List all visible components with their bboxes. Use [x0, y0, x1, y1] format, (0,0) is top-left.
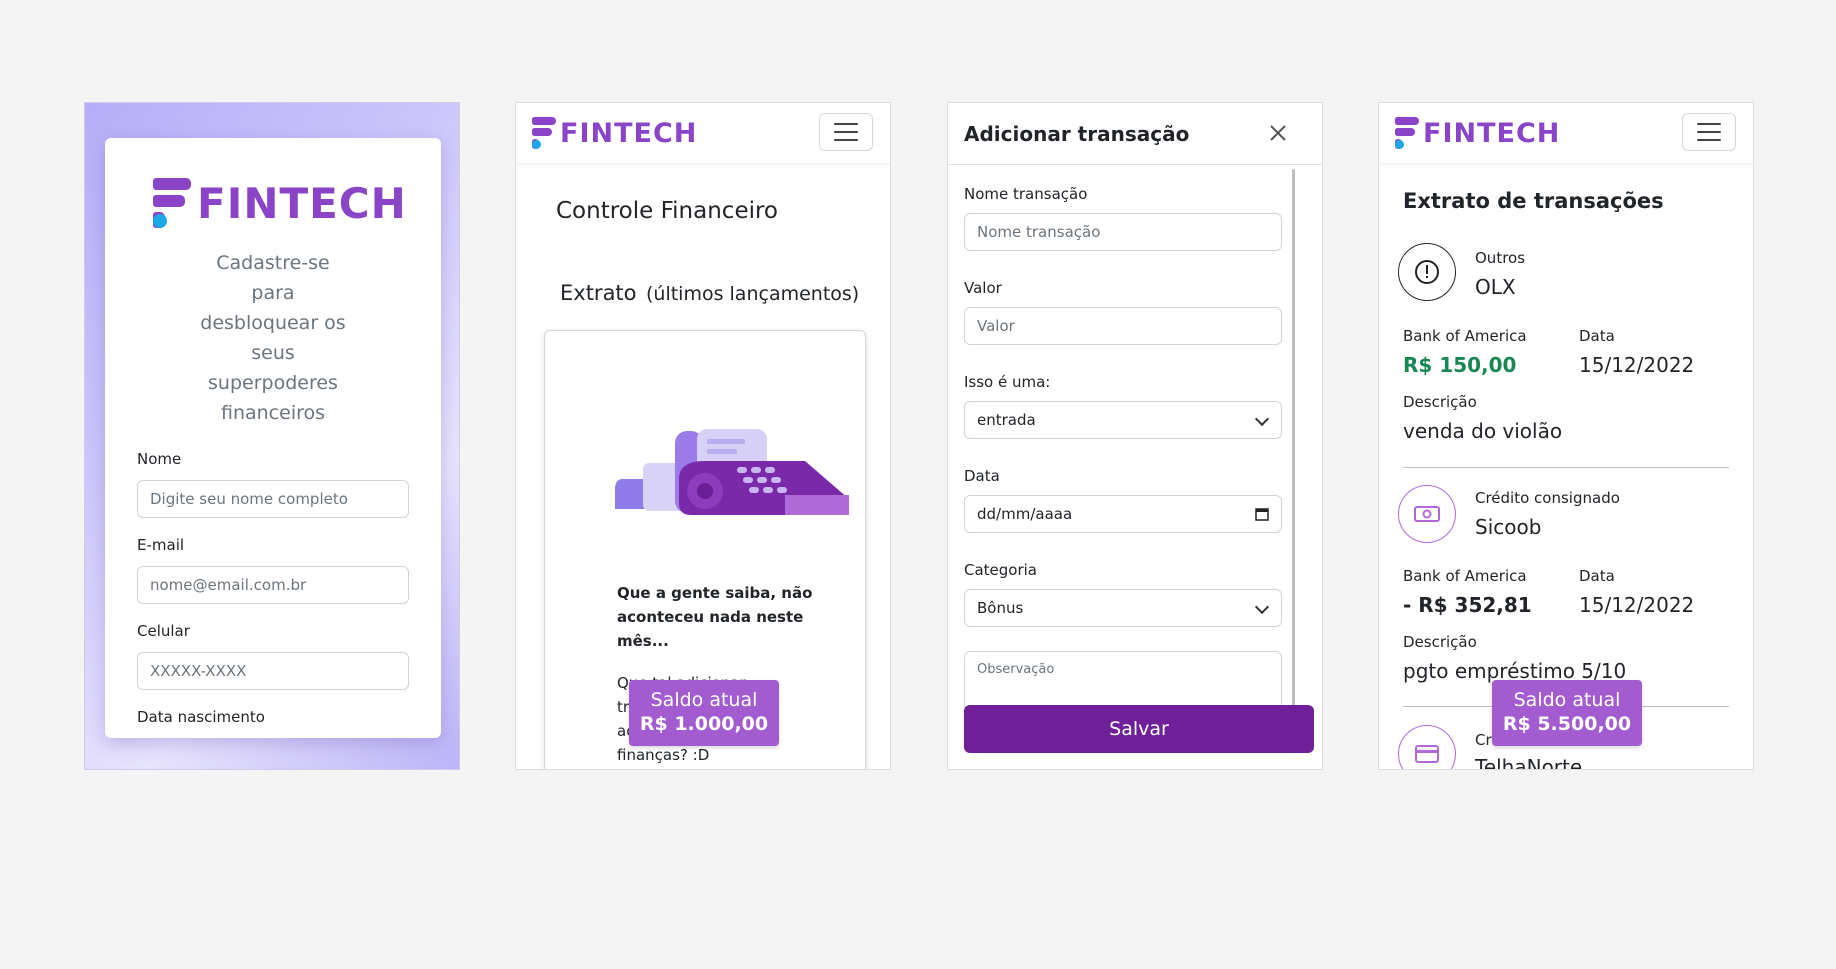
- page-title: Controle Financeiro: [556, 198, 779, 224]
- transaction-name: Sicoob: [1475, 515, 1542, 539]
- chevron-down-icon: [1254, 599, 1270, 615]
- menu-toggle-button[interactable]: [1682, 113, 1736, 151]
- brand-name: FINTECH: [197, 178, 407, 228]
- phone-input[interactable]: XXXXX-XXXX: [137, 652, 409, 690]
- date-input[interactable]: dd/mm/aaaa: [964, 495, 1282, 533]
- menu-toggle-button[interactable]: [819, 113, 873, 151]
- logo-icon: [532, 117, 556, 149]
- brand-logo[interactable]: FINTECH: [532, 117, 697, 149]
- section-subtitle: (últimos lançamentos): [646, 283, 860, 305]
- transaction-value: R$ 150,00: [1403, 353, 1517, 377]
- divider: [1403, 467, 1729, 468]
- bank-label: Bank of America: [1403, 567, 1527, 585]
- birthdate-label: Data nascimento: [137, 708, 265, 726]
- balance-badge[interactable]: Saldo atual R$ 1.000,00: [629, 680, 779, 746]
- empty-message: Que a gente saiba, não aconteceu nada ne…: [617, 584, 813, 650]
- bank-label: Bank of America: [1403, 327, 1527, 345]
- section-title: Extrato: [560, 281, 637, 305]
- transaction-date: 15/12/2022: [1579, 353, 1695, 377]
- save-button[interactable]: Salvar: [964, 705, 1314, 753]
- brand-name: FINTECH: [1423, 117, 1561, 149]
- transaction-date: 15/12/2022: [1579, 593, 1695, 617]
- notes-textarea[interactable]: Observação: [964, 651, 1282, 711]
- logo-icon: [1395, 117, 1419, 149]
- balance-value: R$ 1.000,00: [639, 713, 769, 735]
- category-label: Categoria: [964, 561, 1038, 579]
- modal-title: Adicionar transação: [964, 122, 1190, 146]
- balance-value: R$ 5.500,00: [1502, 713, 1632, 735]
- date-label: Data: [964, 467, 1000, 485]
- category-select[interactable]: Bônus: [964, 589, 1282, 627]
- hamburger-icon: [1697, 123, 1721, 125]
- dashboard-screen: FINTECH Controle Financeiro Extrato (últ…: [515, 102, 891, 770]
- page-title: Extrato de transações: [1403, 189, 1664, 213]
- description-label: Descrição: [1403, 633, 1477, 651]
- chevron-down-icon: [1254, 411, 1270, 427]
- email-input[interactable]: nome@email.com.br: [137, 566, 409, 604]
- modal-divider: [948, 164, 1322, 165]
- name-input[interactable]: Digite seu nome completo: [137, 480, 409, 518]
- transaction-name-input[interactable]: Nome transação: [964, 213, 1282, 251]
- transaction-description: venda do violão: [1403, 419, 1563, 443]
- transaction-category: Outros: [1475, 249, 1526, 267]
- balance-label: Saldo atual: [650, 689, 758, 711]
- alert-circle-icon: [1398, 243, 1456, 301]
- transaction-category: Crédito consignado: [1475, 489, 1620, 507]
- cash-icon: [1398, 485, 1456, 543]
- logo-icon: [153, 178, 193, 228]
- transaction-category: Cr: [1475, 731, 1492, 749]
- statement-screen: FINTECH Extrato de transações Outros OLX…: [1378, 102, 1754, 770]
- brand-logo[interactable]: FINTECH: [1395, 117, 1560, 149]
- scrollbar[interactable]: [1292, 169, 1295, 709]
- signup-card: FINTECH Cadastre-se para desbloquear os …: [105, 138, 441, 738]
- app-header: FINTECH: [516, 103, 890, 163]
- signup-tagline: Cadastre-se para desbloquear os seus sup…: [200, 252, 346, 424]
- value-input[interactable]: Valor: [964, 307, 1282, 345]
- type-select[interactable]: entrada: [964, 401, 1282, 439]
- brand-name: FINTECH: [560, 117, 698, 149]
- app-header: FINTECH: [1379, 103, 1753, 163]
- email-label: E-mail: [137, 536, 185, 554]
- value-label: Valor: [964, 279, 1002, 297]
- cash-register-illustration: [615, 429, 849, 515]
- name-label: Nome: [137, 450, 182, 468]
- date-label: Data: [1579, 567, 1615, 585]
- transaction-value: - R$ 352,81: [1403, 593, 1532, 617]
- transaction-name: TelhaNorte: [1475, 755, 1583, 770]
- transaction-name: OLX: [1475, 275, 1516, 299]
- date-label: Data: [1579, 327, 1615, 345]
- type-label: Isso é uma:: [964, 373, 1051, 391]
- brand-logo: FINTECH: [153, 178, 407, 228]
- name-label: Nome transação: [964, 185, 1088, 203]
- close-icon[interactable]: [1266, 121, 1290, 145]
- add-transaction-modal: Adicionar transação Nome transação Nome …: [947, 102, 1323, 770]
- calendar-icon[interactable]: [1255, 507, 1269, 525]
- balance-badge[interactable]: Saldo atual R$ 5.500,00: [1492, 680, 1642, 746]
- signup-screen: FINTECH Cadastre-se para desbloquear os …: [84, 102, 460, 770]
- hamburger-icon: [834, 123, 858, 125]
- balance-label: Saldo atual: [1513, 689, 1621, 711]
- credit-card-icon: [1398, 725, 1456, 769]
- phone-label: Celular: [137, 622, 190, 640]
- description-label: Descrição: [1403, 393, 1477, 411]
